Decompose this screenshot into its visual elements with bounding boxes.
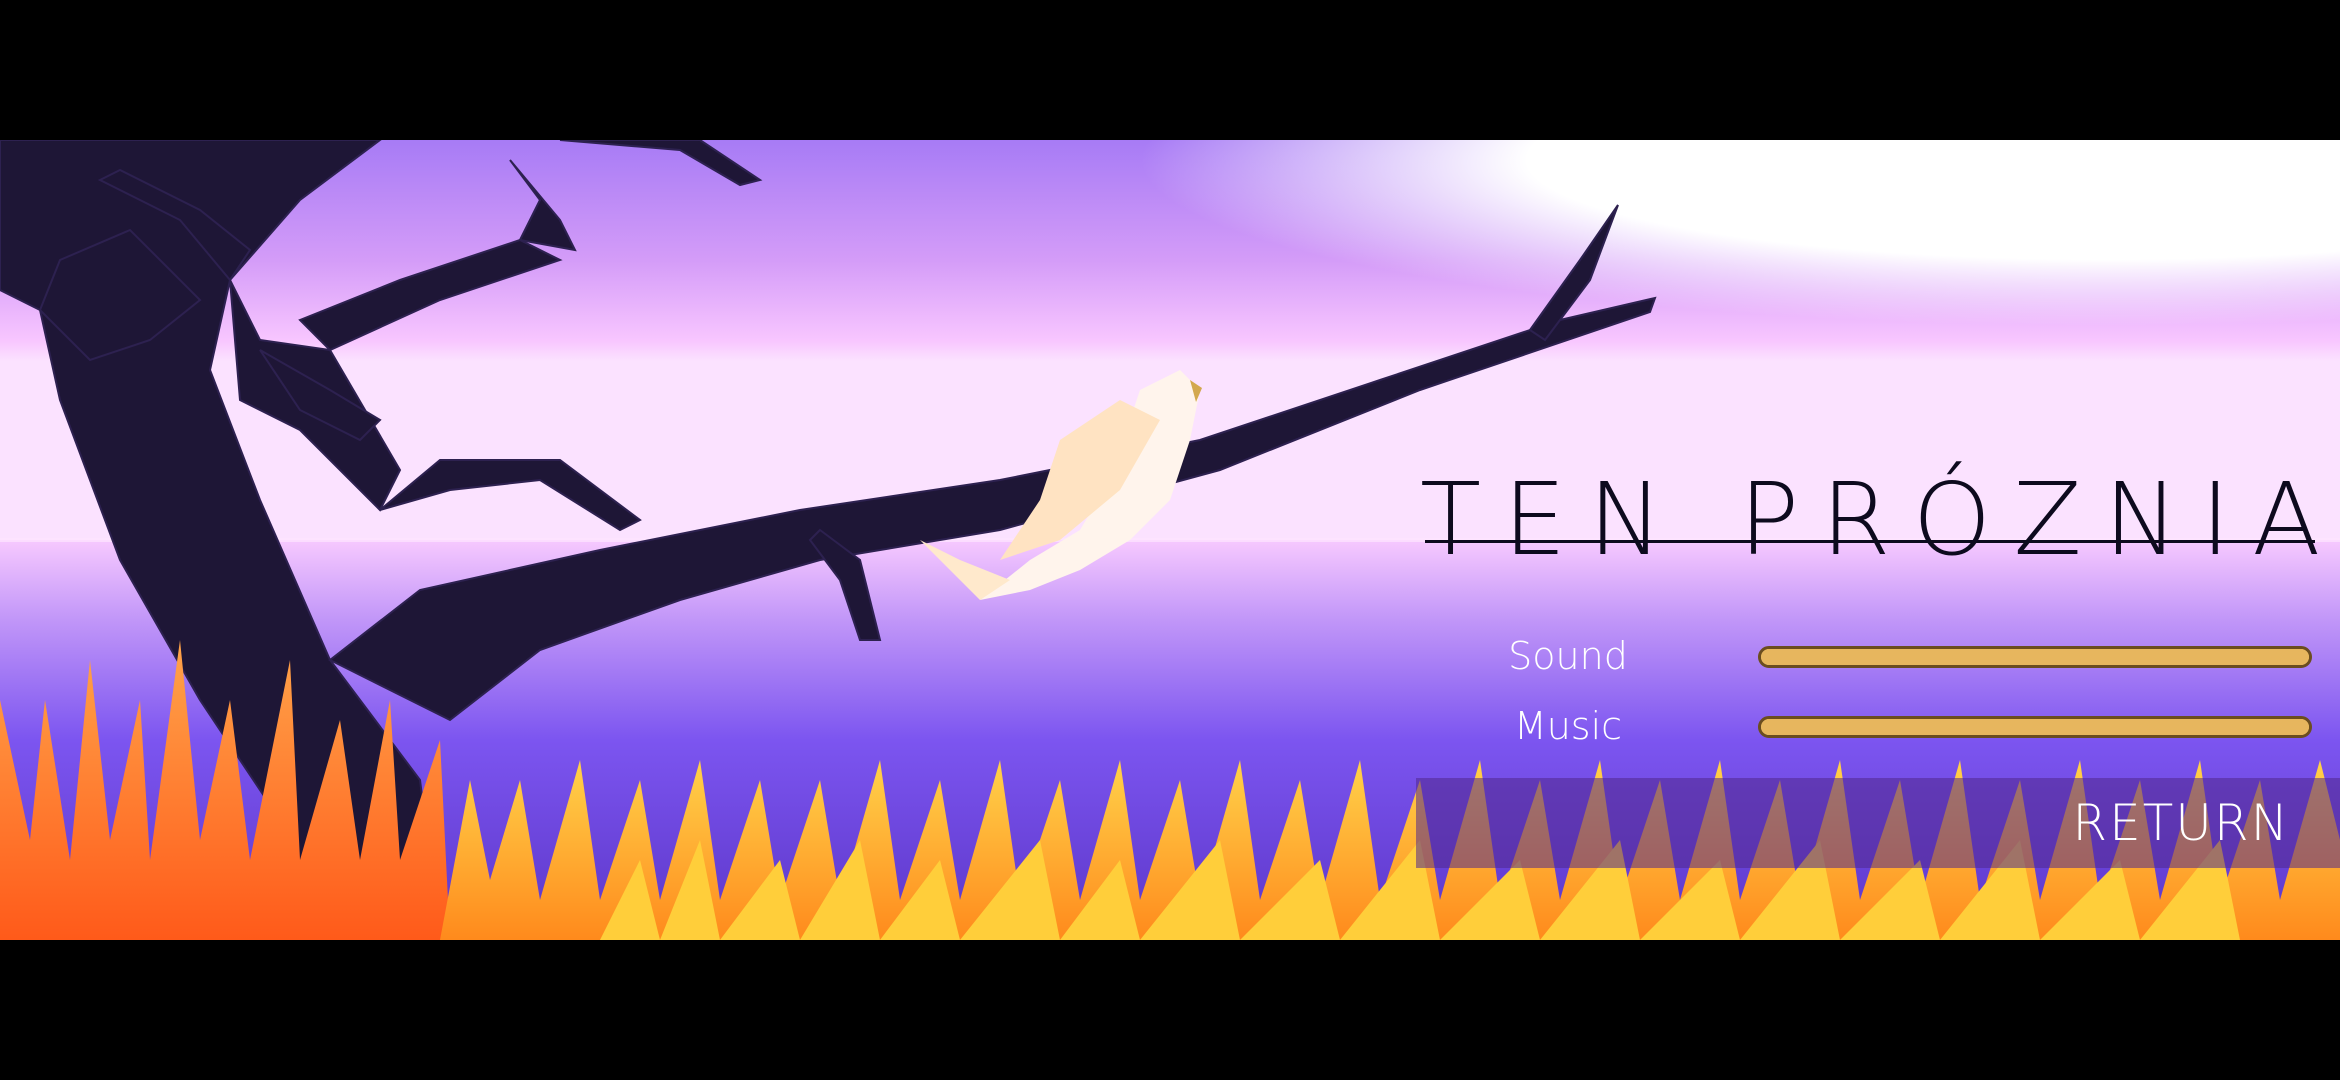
sound-slider-fill: [1761, 649, 2309, 665]
music-slider[interactable]: [1758, 716, 2312, 738]
music-slider-fill: [1761, 719, 2309, 735]
return-label: RETURN: [2072, 794, 2290, 852]
letterbox-bottom: [0, 940, 2340, 1080]
sound-label: Sound: [1508, 634, 1628, 678]
sound-slider[interactable]: [1758, 646, 2312, 668]
music-label: Music: [1513, 704, 1623, 748]
letterbox-top: [0, 0, 2340, 140]
title-underline: [1425, 540, 2315, 543]
return-button[interactable]: RETURN: [1416, 778, 2340, 868]
game-title: TEN PRÓZNIA: [1420, 461, 2340, 578]
